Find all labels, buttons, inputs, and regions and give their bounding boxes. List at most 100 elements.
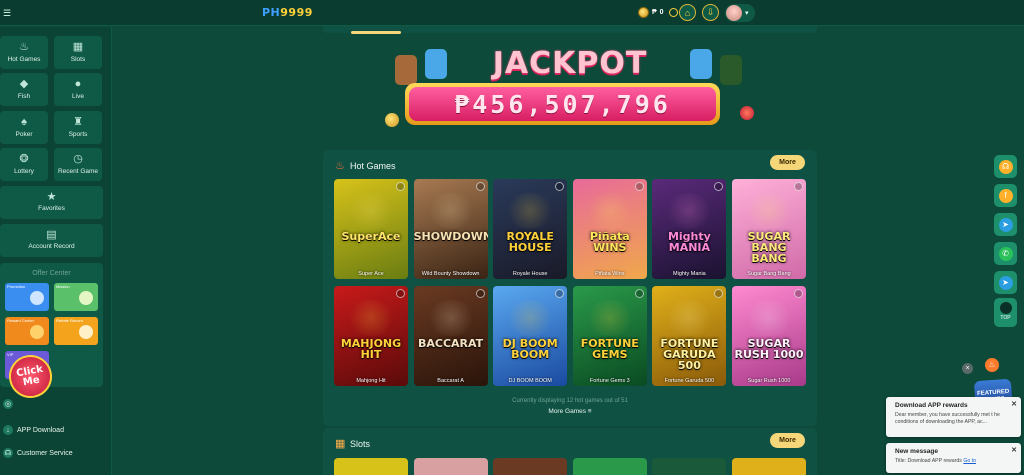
game-card[interactable]: MAHJONG HIT Mahjong Hit: [334, 286, 408, 386]
sidebar-item-account-record[interactable]: ▤ Account Record: [0, 224, 103, 257]
flame-icon: ♨: [19, 41, 29, 53]
sidebar-item-label: Account Record: [28, 243, 75, 250]
scroll-top-button[interactable]: TOP: [994, 298, 1017, 327]
sidebar-item-slots[interactable]: ▦ Slots: [54, 36, 102, 69]
section-header: ▦ Slots: [335, 438, 370, 450]
slot-card[interactable]: [573, 458, 647, 475]
sidebar-item-live[interactable]: ● Live: [54, 73, 102, 106]
jackpot-dragon-right: [690, 49, 712, 79]
customer-service-float[interactable]: ☊: [994, 155, 1017, 178]
game-logo-text: FORTUNE GEMS: [580, 337, 639, 361]
slots-more-button[interactable]: More: [770, 433, 805, 448]
game-card[interactable]: FORTUNE GEMS Fortune Gems 3: [572, 286, 647, 386]
withdraw-button[interactable]: ⇩: [702, 4, 719, 21]
game-logo-text: BACCARAT: [417, 337, 484, 350]
game-logo-text: DJ BOOM BOOM: [502, 337, 558, 361]
game-card[interactable]: DJ BOOM BOOM DJ BOOM BOOM: [493, 286, 568, 386]
jackpot-banner: JACKPOT ₱456,507,796: [385, 43, 760, 133]
game-card[interactable]: SHOWDOWN Wild Bounty Showdown: [413, 179, 488, 279]
game-card[interactable]: SuperAce Super Ace: [334, 179, 408, 279]
offer-card-rebate-record[interactable]: Rebate Record: [54, 317, 98, 345]
sidebar-item-fish[interactable]: ◆ Fish: [0, 73, 48, 106]
sidebar-item-label: Hot Games: [7, 56, 41, 63]
offer-center-title: Offer Center: [32, 270, 71, 277]
game-name: DJ BOOM BOOM: [508, 378, 552, 384]
jackpot-dragon-left: [425, 49, 447, 79]
customer-service-link[interactable]: ☊ Customer Service: [3, 448, 73, 458]
game-logo-text: SUGAR BANG BANG: [747, 230, 791, 265]
fire-icon[interactable]: ♨: [985, 358, 999, 372]
slot-card[interactable]: [652, 458, 726, 475]
slot-card[interactable]: [334, 458, 408, 475]
game-card[interactable]: FORTUNE GARUDA 500 Fortune Garuda 500: [652, 286, 727, 386]
slot-card[interactable]: [493, 458, 567, 475]
game-art-highlight: [346, 193, 396, 229]
hot-games-section: ♨ Hot Games More SuperAce Super Ace SHOWDO…: [323, 150, 817, 426]
sidebar-item-favorites[interactable]: ★ Favorites: [0, 186, 103, 219]
game-card[interactable]: BACCARAT Baccarat A: [413, 286, 488, 386]
game-art-highlight: [744, 193, 794, 229]
favorite-icon[interactable]: [634, 289, 644, 298]
toast-body: Title: Download APP rewards Go to: [895, 458, 1021, 465]
game-card[interactable]: SUGAR BANG BANG Sugar Bang Bang: [732, 179, 806, 279]
game-name: Sugar Bang Bang: [747, 271, 791, 277]
facebook-float[interactable]: f: [994, 184, 1017, 207]
close-icon[interactable]: ✕: [1011, 400, 1017, 408]
telegram-icon: ➤: [998, 217, 1013, 232]
toast-title: Download APP rewards: [895, 402, 968, 409]
active-banner-tab[interactable]: [351, 31, 401, 34]
favorite-icon[interactable]: [396, 182, 405, 191]
game-card[interactable]: ROYALE HOUSE Royale House: [493, 179, 568, 279]
sidebar-item-label: Live: [72, 93, 84, 100]
deposit-button[interactable]: ⌂: [679, 4, 696, 21]
sidebar-item-hot-games[interactable]: ♨ Hot Games: [0, 36, 48, 69]
sidebar-item-lottery[interactable]: ❂ Lottery: [0, 148, 48, 181]
hot-games-more-button[interactable]: More: [770, 155, 805, 170]
sidebar-item-label: Lottery: [14, 168, 34, 175]
favorite-icon[interactable]: [396, 289, 405, 298]
game-logo-text: ROYALE HOUSE: [506, 230, 554, 254]
whatsapp-float[interactable]: ✆: [994, 242, 1017, 265]
refresh-icon[interactable]: [668, 8, 678, 17]
game-logo-text: FORTUNE GARUDA 500: [660, 337, 719, 372]
offer-card-mission[interactable]: Mission: [54, 283, 98, 311]
reward-icon: [30, 325, 44, 339]
favorite-icon[interactable]: [475, 289, 485, 298]
favorite-icon[interactable]: [475, 182, 485, 191]
logo[interactable]: PH9999: [262, 6, 313, 19]
game-name: Baccarat A: [437, 378, 464, 384]
toast-title: New message: [895, 448, 938, 455]
game-card[interactable]: Mighty MANIA Mighty Mania: [652, 179, 727, 279]
more-games-link[interactable]: More Games ≡: [323, 408, 817, 415]
sidebar-item-label: Favorites: [38, 205, 65, 212]
game-logo-text: SuperAce: [341, 230, 401, 243]
avatar[interactable]: ▾: [725, 4, 755, 22]
close-icon[interactable]: ×: [962, 363, 973, 374]
menu-icon[interactable]: ☰: [3, 8, 13, 18]
game-name: Sugar Rush 1000: [747, 378, 791, 384]
game-card[interactable]: SUGAR RUSH 1000 Sugar Rush 1000: [732, 286, 806, 386]
app-download-link[interactable]: ↓ APP Download: [3, 425, 64, 435]
toast-new-message[interactable]: New message Title: Download APP rewards …: [886, 443, 1021, 473]
telegram-float-2[interactable]: ➤: [994, 271, 1017, 294]
click-me-label: Click Me: [15, 363, 44, 388]
sidebar-item-poker[interactable]: ♠ Poker: [0, 111, 48, 144]
slot-card[interactable]: [732, 458, 806, 475]
game-art-highlight: [584, 300, 635, 336]
offer-card-promotion[interactable]: Promotion: [5, 283, 49, 311]
app-download-label: APP Download: [17, 426, 64, 434]
favorite-icon[interactable]: [794, 182, 803, 191]
sidebar-item-recent-game[interactable]: ◷ Recent Game: [54, 148, 102, 181]
favorite-icon[interactable]: [794, 289, 803, 298]
telegram-float[interactable]: ➤: [994, 213, 1017, 236]
close-icon[interactable]: ✕: [1011, 446, 1017, 454]
globe-link[interactable]: ◎: [3, 399, 13, 409]
poker-icon: ♠: [21, 116, 27, 128]
offer-card-reward-center[interactable]: Reward Center: [5, 317, 49, 345]
toast-download-rewards[interactable]: Download APP rewards Dear member, you ha…: [886, 397, 1021, 437]
sidebar-item-sports[interactable]: ♜ Sports: [54, 111, 102, 144]
game-card[interactable]: Piñata WINS Piñata Wins: [572, 179, 647, 279]
favorite-icon[interactable]: [634, 182, 644, 191]
toast-goto-link[interactable]: Go to: [963, 458, 976, 464]
slot-card[interactable]: [414, 458, 488, 475]
